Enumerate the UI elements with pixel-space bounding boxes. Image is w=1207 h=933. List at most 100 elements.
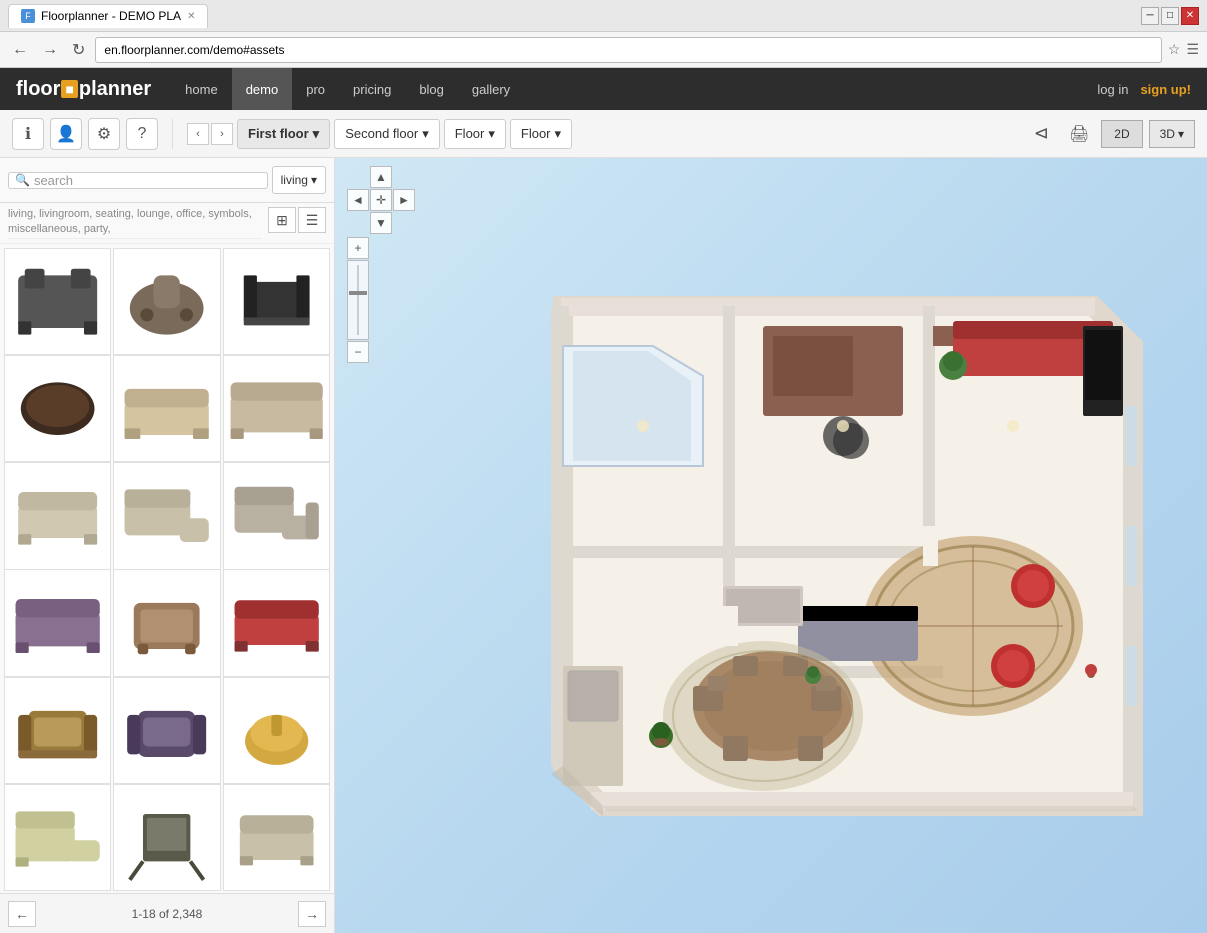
nav-demo[interactable]: demo	[232, 68, 293, 110]
furniture-item-17[interactable]	[113, 784, 220, 891]
nav-blog[interactable]: blog	[405, 68, 458, 110]
close-button[interactable]: ✕	[1181, 7, 1199, 25]
furniture-item-4[interactable]	[4, 355, 111, 462]
nav-row-top: ▲	[347, 166, 415, 188]
browser-tab[interactable]: F Floorplanner - DEMO PLA ✕	[8, 4, 208, 28]
furniture-item-13[interactable]	[4, 677, 111, 784]
main-content: 🔍 living ▾ living, livingroom, seating, …	[0, 158, 1207, 933]
reload-button[interactable]: ↻	[68, 38, 89, 62]
tab-title: Floorplanner - DEMO PLA	[41, 9, 181, 23]
person-button[interactable]: 👤	[50, 118, 82, 150]
tags-area: living, livingroom, seating, lounge, off…	[8, 207, 262, 239]
view-toggle: ⊞ ☰	[268, 207, 326, 233]
category-dropdown-arrow: ▾	[311, 173, 317, 187]
zoom-slider-handle[interactable]	[349, 291, 367, 295]
pagination: ← 1-18 of 2,348 →	[0, 893, 334, 933]
furniture-item-9[interactable]	[223, 462, 330, 569]
first-floor-button[interactable]: First floor ▾	[237, 119, 330, 149]
view-2d-button[interactable]: 2D	[1101, 120, 1142, 148]
zoom-in-button[interactable]: +	[347, 237, 369, 259]
next-floor-button[interactable]: ›	[211, 123, 233, 145]
floor-plan	[413, 206, 1163, 886]
minimize-button[interactable]: ─	[1141, 7, 1159, 25]
nav-links: home demo pro pricing blog gallery	[171, 68, 1097, 110]
forward-button[interactable]: →	[38, 39, 62, 61]
nav-gallery[interactable]: gallery	[458, 68, 524, 110]
app-navbar: floor ■ planner home demo pro pricing bl…	[0, 68, 1207, 110]
furniture-item-2[interactable]	[113, 248, 220, 355]
back-button[interactable]: ←	[8, 39, 32, 61]
app-container: ℹ 👤 ⚙ ? ‹ › First floor ▾ Second flo	[0, 110, 1207, 933]
next-page-button[interactable]: →	[298, 901, 326, 927]
furniture-item-3[interactable]	[223, 248, 330, 355]
grid-view-button[interactable]: ⊞	[268, 207, 296, 233]
furniture-item-12[interactable]	[223, 569, 330, 676]
pan-center-button[interactable]: ✛	[370, 189, 392, 211]
nav-pro[interactable]: pro	[292, 68, 339, 110]
search-input[interactable]	[34, 173, 261, 188]
maximize-button[interactable]: □	[1161, 7, 1179, 25]
search-bar: 🔍 living ▾	[0, 158, 334, 203]
prev-floor-button[interactable]: ‹	[187, 123, 209, 145]
nav-right: log in sign up!	[1097, 82, 1191, 97]
furniture-item-1[interactable]	[4, 248, 111, 355]
category-dropdown[interactable]: living ▾	[272, 166, 326, 194]
sidebar: 🔍 living ▾ living, livingroom, seating, …	[0, 158, 335, 933]
browser-titlebar: F Floorplanner - DEMO PLA ✕ ─ □ ✕	[0, 0, 1207, 32]
furniture-item-7[interactable]	[4, 462, 111, 569]
floor3-dropdown-icon: ▾	[488, 126, 495, 142]
view-3d-button[interactable]: 3D ▾	[1149, 120, 1195, 148]
floor3-label: Floor	[455, 126, 485, 141]
pan-left-button[interactable]: ◄	[347, 189, 369, 211]
furniture-item-8[interactable]	[113, 462, 220, 569]
bookmark-button[interactable]: ☆	[1168, 41, 1181, 58]
nav-pricing[interactable]: pricing	[339, 68, 405, 110]
view-3d-label: 3D	[1160, 127, 1175, 141]
address-bar[interactable]	[95, 37, 1161, 63]
canvas-controls: ▲ ◄ ✛ ► ▼ +	[347, 166, 415, 363]
zoom-out-button[interactable]: −	[347, 341, 369, 363]
menu-button[interactable]: ☰	[1186, 41, 1199, 58]
view-3d-arrow-icon: ▾	[1178, 127, 1184, 141]
pan-up-button[interactable]: ▲	[370, 166, 392, 188]
furniture-item-10[interactable]	[4, 569, 111, 676]
logo-icon: ■	[61, 80, 77, 98]
furniture-item-18[interactable]	[223, 784, 330, 891]
floor4-button[interactable]: Floor ▾	[510, 119, 572, 149]
list-view-button[interactable]: ☰	[298, 207, 326, 233]
settings-button[interactable]: ⚙	[88, 118, 120, 150]
furniture-grid	[0, 244, 334, 893]
zoom-bar: + −	[347, 237, 415, 363]
pagination-info: 1-18 of 2,348	[132, 907, 203, 921]
logo-text-planner: planner	[79, 78, 151, 101]
furniture-item-11[interactable]	[113, 569, 220, 676]
floor-navigation: ‹ › First floor ▾ Second floor ▾ Floor ▾…	[187, 119, 572, 149]
app-logo: floor ■ planner	[16, 78, 151, 101]
help-button[interactable]: ?	[126, 118, 158, 150]
nav-home[interactable]: home	[171, 68, 232, 110]
info-button[interactable]: ℹ	[12, 118, 44, 150]
tab-close-button[interactable]: ✕	[187, 11, 195, 22]
first-floor-dropdown-icon: ▾	[313, 126, 320, 142]
furniture-item-5[interactable]	[113, 355, 220, 462]
floor-plan-svg	[413, 206, 1163, 886]
furniture-item-6[interactable]	[223, 355, 330, 462]
settings-icon: ⚙	[97, 124, 111, 144]
furniture-item-16[interactable]	[4, 784, 111, 891]
toolbar-icons: ℹ 👤 ⚙ ?	[12, 118, 158, 150]
print-button[interactable]: 🖨	[1063, 118, 1095, 150]
person-icon: 👤	[56, 124, 76, 144]
floor3-button[interactable]: Floor ▾	[444, 119, 506, 149]
signup-link[interactable]: sign up!	[1140, 82, 1191, 97]
pan-right-button[interactable]: ►	[393, 189, 415, 211]
second-floor-button[interactable]: Second floor ▾	[334, 119, 440, 149]
share-button[interactable]: ⊲	[1025, 118, 1057, 150]
prev-page-button[interactable]: ←	[8, 901, 36, 927]
pan-down-button[interactable]: ▼	[370, 212, 392, 234]
canvas-area[interactable]: ▲ ◄ ✛ ► ▼ +	[335, 158, 1207, 933]
furniture-item-14[interactable]	[113, 677, 220, 784]
login-link[interactable]: log in	[1097, 82, 1128, 97]
furniture-item-15[interactable]	[223, 677, 330, 784]
info-icon: ℹ	[25, 124, 31, 144]
zoom-slider-track[interactable]	[347, 260, 369, 340]
